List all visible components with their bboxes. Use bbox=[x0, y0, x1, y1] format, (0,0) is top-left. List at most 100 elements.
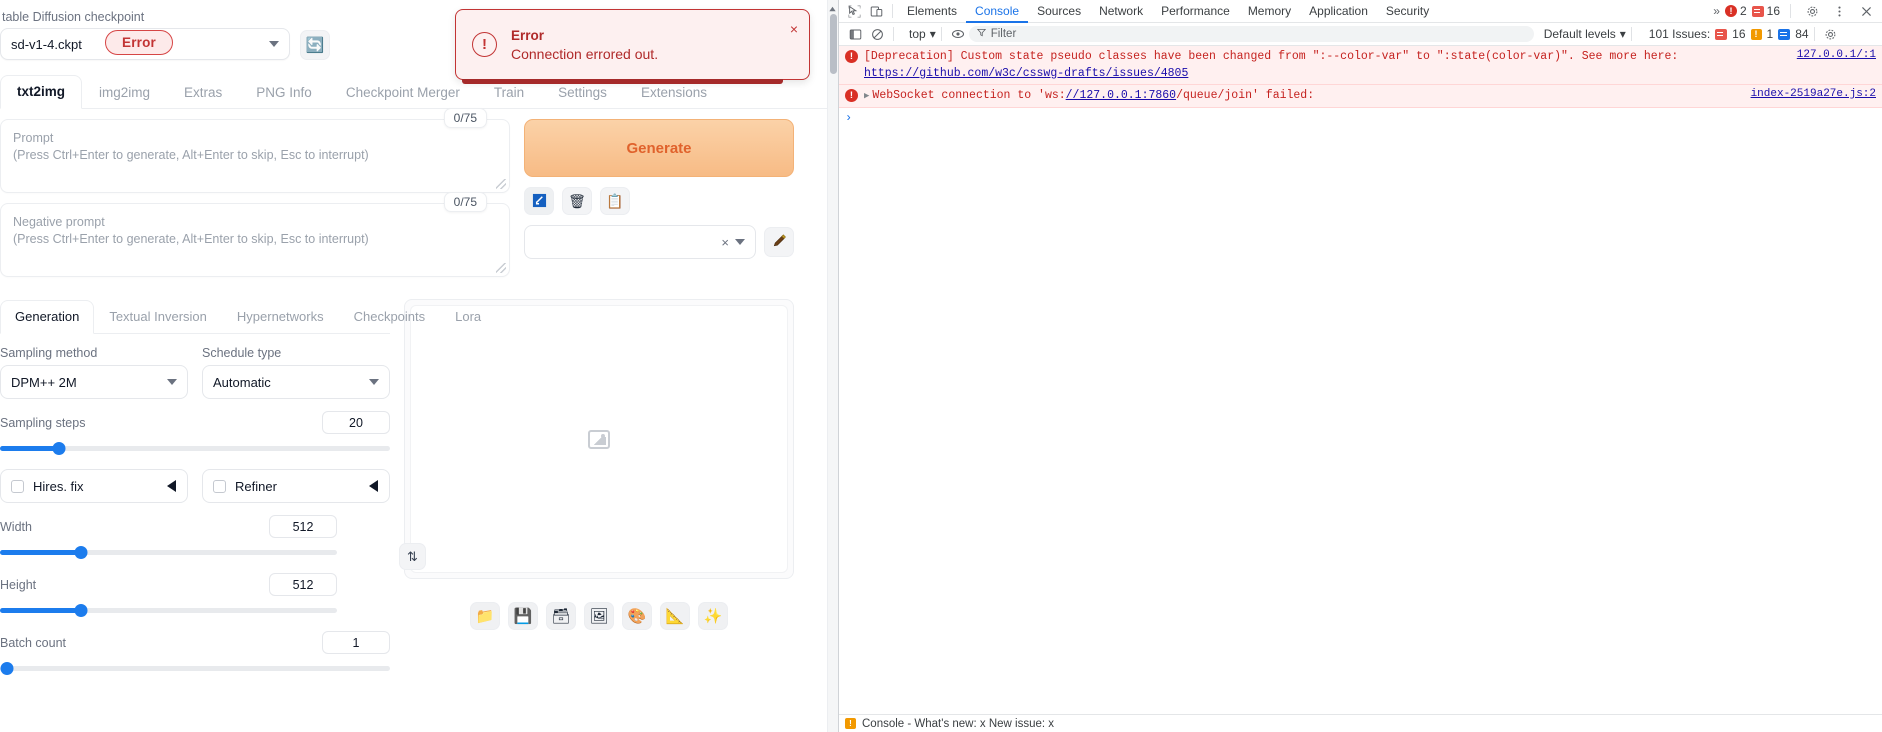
tab-extras[interactable]: Extras bbox=[167, 76, 239, 109]
error-count-value: 2 bbox=[1739, 4, 1747, 18]
negative-prompt-input[interactable]: 0/75 Negative prompt (Press Ctrl+Enter t… bbox=[0, 192, 510, 277]
schedule-type-select[interactable]: Automatic bbox=[202, 365, 390, 399]
device-toolbar-icon[interactable] bbox=[865, 0, 887, 22]
console-footer: ! Console - What's new: x New issue: x bbox=[839, 714, 1882, 732]
toast-close-button[interactable]: × bbox=[790, 21, 798, 37]
error-count-badge[interactable]: ! 2 bbox=[1724, 4, 1747, 18]
subtab-textual-inversion[interactable]: Textual Inversion bbox=[94, 300, 222, 334]
console-settings-icon[interactable] bbox=[1820, 23, 1842, 45]
issues-summary[interactable]: 101 Issues: 16 ! 1 84 bbox=[1649, 27, 1809, 41]
more-tabs-icon[interactable]: » bbox=[1713, 4, 1720, 18]
tab-checkpoint-merger[interactable]: Checkpoint Merger bbox=[329, 76, 477, 109]
scroll-up-arrow-icon[interactable] bbox=[828, 2, 837, 12]
width-slider[interactable] bbox=[0, 543, 337, 561]
devtools-tab-performance[interactable]: Performance bbox=[1152, 0, 1239, 23]
error-toast[interactable]: ! Error Connection errored out. × bbox=[455, 9, 810, 84]
resize-grip-icon[interactable] bbox=[496, 179, 506, 189]
subtab-generation[interactable]: Generation bbox=[0, 300, 95, 334]
console-message-list[interactable]: ! [Deprecation] Custom state pseudo clas… bbox=[839, 46, 1882, 714]
expand-triangle-icon[interactable]: ▶ bbox=[864, 91, 869, 101]
inspect-element-icon[interactable] bbox=[843, 0, 865, 22]
devtools-tab-elements[interactable]: Elements bbox=[898, 0, 966, 23]
execution-context-selector[interactable]: top ▾ bbox=[909, 27, 936, 41]
page-scrollbar[interactable] bbox=[827, 0, 838, 732]
sampling-method-select[interactable]: DPM++ 2M bbox=[0, 365, 188, 399]
devtools-tab-sources[interactable]: Sources bbox=[1028, 0, 1090, 23]
expand-arrow-icon[interactable] bbox=[167, 480, 176, 492]
height-value[interactable]: 512 bbox=[269, 573, 337, 596]
send-to-extras-button[interactable]: 📐 bbox=[660, 602, 690, 630]
close-icon[interactable] bbox=[1855, 0, 1877, 22]
message-body: [Deprecation] Custom state pseudo classe… bbox=[864, 50, 1679, 63]
image-preview-area[interactable] bbox=[410, 305, 788, 573]
edit-styles-button[interactable] bbox=[764, 227, 794, 257]
prompt-input[interactable]: 0/75 Prompt (Press Ctrl+Enter to generat… bbox=[0, 108, 510, 193]
swap-dimensions-button[interactable]: ⇅ bbox=[399, 543, 426, 570]
devtools-tab-console[interactable]: Console bbox=[966, 0, 1028, 23]
generate-button[interactable]: Generate bbox=[524, 119, 794, 177]
devtools-tab-application[interactable]: Application bbox=[1300, 0, 1377, 23]
slider-knob[interactable] bbox=[74, 604, 88, 617]
restore-progress-button[interactable] bbox=[524, 187, 554, 215]
clear-styles-icon[interactable]: × bbox=[721, 235, 729, 250]
expand-arrow-icon[interactable] bbox=[369, 480, 378, 492]
subtab-lora[interactable]: Lora bbox=[440, 300, 496, 334]
height-slider[interactable] bbox=[0, 601, 337, 619]
apply-style-button[interactable]: 📋 bbox=[600, 187, 630, 215]
scrollbar-thumb[interactable] bbox=[830, 14, 837, 74]
kebab-menu-icon[interactable] bbox=[1828, 0, 1850, 22]
styles-select[interactable]: × bbox=[524, 225, 756, 259]
resize-grip-icon[interactable] bbox=[496, 263, 506, 273]
subtab-hypernetworks[interactable]: Hypernetworks bbox=[222, 300, 339, 334]
refresh-checkpoint-button[interactable]: 🔄 bbox=[300, 30, 330, 60]
console-message-row[interactable]: ! [Deprecation] Custom state pseudo clas… bbox=[839, 46, 1882, 86]
refiner-toggle[interactable]: Refiner bbox=[202, 469, 390, 503]
devtools-tabbar-right: » ! 2 16 bbox=[1713, 0, 1882, 22]
send-to-upscale-button[interactable]: ✨ bbox=[698, 602, 728, 630]
batch-count-value[interactable]: 1 bbox=[322, 631, 390, 654]
message-source-link[interactable]: 127.0.0.1/:1 bbox=[1797, 49, 1876, 61]
hires-fix-checkbox[interactable] bbox=[11, 479, 24, 493]
hires-fix-toggle[interactable]: Hires. fix bbox=[0, 469, 188, 503]
divider bbox=[1813, 27, 1815, 41]
tab-img2img[interactable]: img2img bbox=[82, 76, 167, 109]
clear-prompt-button[interactable]: 🗑 bbox=[562, 187, 592, 215]
slider-knob[interactable] bbox=[0, 662, 14, 675]
refiner-checkbox[interactable] bbox=[213, 479, 226, 493]
send-to-inpaint-button[interactable]: 🎨 bbox=[622, 602, 652, 630]
devtools-tab-security[interactable]: Security bbox=[1377, 0, 1438, 23]
swap-dimensions-icon: ⇅ bbox=[407, 548, 418, 564]
message-link[interactable]: https://github.com/w3c/csswg-drafts/issu… bbox=[864, 66, 1787, 82]
subtab-checkpoints[interactable]: Checkpoints bbox=[339, 300, 441, 334]
tab-txt2img[interactable]: txt2img bbox=[0, 75, 83, 109]
save-zip-button[interactable]: 🗃 bbox=[546, 602, 576, 630]
gear-icon[interactable] bbox=[1801, 0, 1823, 22]
slider-knob[interactable] bbox=[52, 442, 65, 455]
batch-count-slider[interactable] bbox=[0, 659, 390, 677]
message-source-link[interactable]: index-2519a27e.js:2 bbox=[1751, 88, 1876, 100]
send-to-img2img-button[interactable]: 🖼 bbox=[584, 602, 614, 630]
sampling-steps-slider[interactable] bbox=[0, 439, 390, 457]
devtools-tab-network[interactable]: Network bbox=[1090, 0, 1152, 23]
console-input-prompt[interactable]: › bbox=[839, 107, 1882, 128]
message-inline-link[interactable]: //127.0.0.1:7860 bbox=[1066, 89, 1176, 102]
log-levels-selector[interactable]: Default levels ▾ bbox=[1544, 27, 1626, 41]
warning-count-value: 16 bbox=[1766, 4, 1780, 18]
width-value[interactable]: 512 bbox=[269, 515, 337, 538]
console-message-text: ▶ WebSocket connection to 'ws://127.0.0.1… bbox=[864, 88, 1741, 104]
warning-count-badge[interactable]: 16 bbox=[1751, 4, 1780, 18]
console-filter-input[interactable]: Filter bbox=[968, 26, 1534, 42]
console-sidebar-icon[interactable] bbox=[844, 23, 866, 45]
devtools-tab-memory[interactable]: Memory bbox=[1239, 0, 1300, 23]
clear-console-icon[interactable] bbox=[866, 23, 888, 45]
slider-knob[interactable] bbox=[74, 546, 88, 559]
filter-placeholder: Filter bbox=[990, 28, 1017, 40]
sampling-steps-value[interactable]: 20 bbox=[322, 411, 390, 434]
live-expression-icon[interactable] bbox=[947, 23, 969, 45]
prompt-column: 0/75 Prompt (Press Ctrl+Enter to generat… bbox=[0, 108, 510, 287]
save-button[interactable]: 💾 bbox=[508, 602, 538, 630]
console-message-row[interactable]: ! ▶ WebSocket connection to 'ws://127.0.0… bbox=[839, 85, 1882, 108]
console-toolbar: top ▾ Filter Default levels ▾ 101 Issues… bbox=[839, 23, 1882, 46]
open-folder-button[interactable]: 📁 bbox=[470, 602, 500, 630]
tab-png-info[interactable]: PNG Info bbox=[239, 76, 329, 109]
